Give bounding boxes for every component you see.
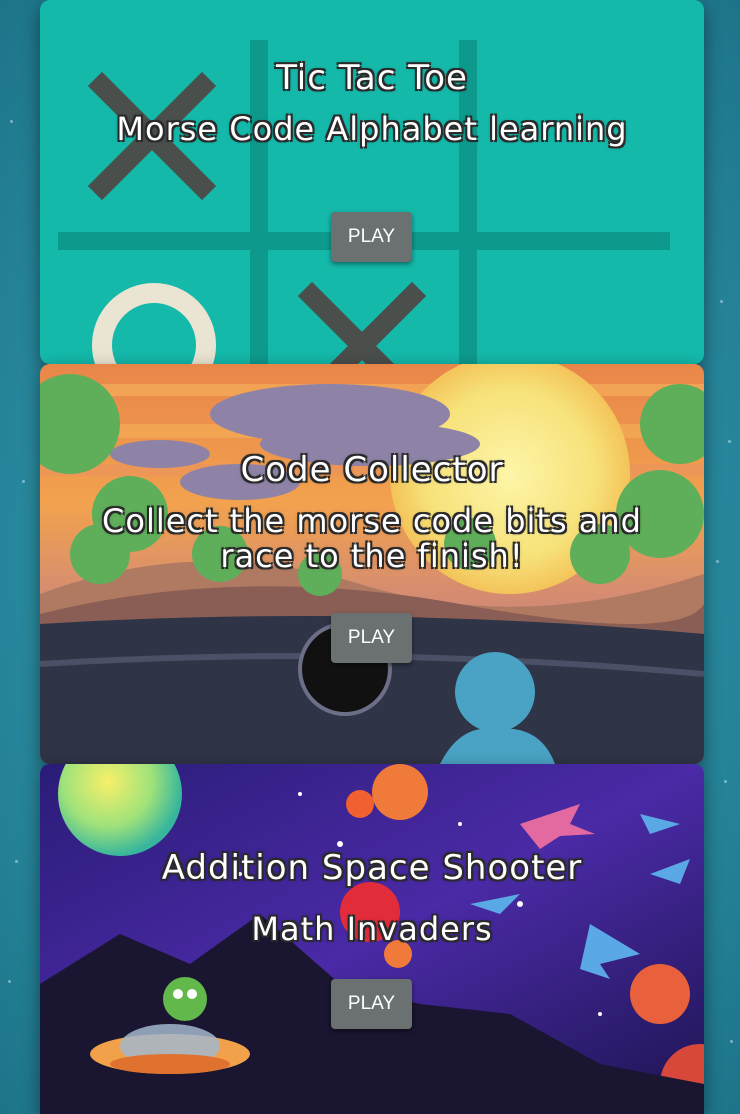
game-card-code-collector: Code Collector Collect the morse code bi…	[40, 364, 704, 764]
card-subtitle: Morse Code Alphabet learning	[116, 110, 628, 148]
game-card-addition-space-shooter: Addition Space Shooter Math Invaders PLA…	[40, 764, 704, 1114]
play-button[interactable]: PLAY	[331, 212, 412, 262]
play-button[interactable]: PLAY	[331, 979, 412, 1029]
game-card-tic-tac-toe: Tic Tac Toe Morse Code Alphabet learning…	[40, 0, 704, 364]
card-title: Code Collector	[240, 450, 504, 490]
card-subtitle: Math Invaders	[251, 910, 493, 948]
card-title: Tic Tac Toe	[276, 58, 468, 98]
card-subtitle: Collect the morse code bits and race to …	[102, 502, 642, 576]
play-button[interactable]: PLAY	[331, 613, 412, 663]
card-title: Addition Space Shooter	[161, 848, 583, 888]
